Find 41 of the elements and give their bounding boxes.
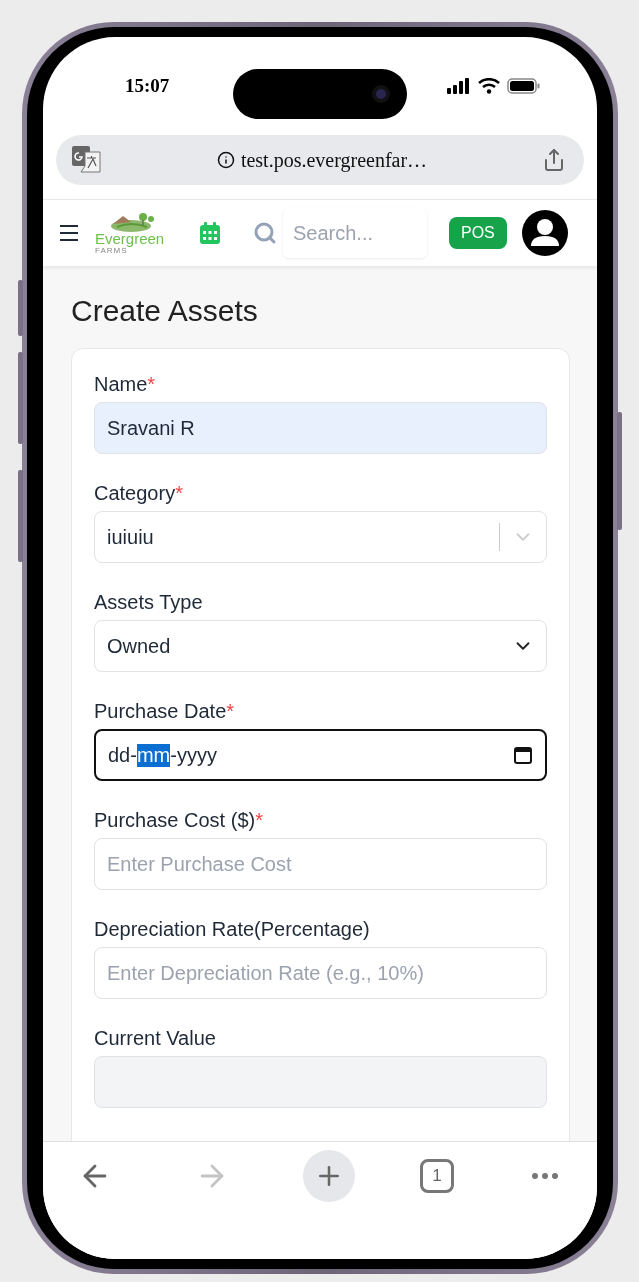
input-field[interactable]: Sravani R <box>94 402 547 454</box>
camera-icon <box>371 84 391 104</box>
date-field[interactable]: dd-mm-yyyy <box>94 729 547 781</box>
field-label: Category* <box>94 482 184 505</box>
input-field[interactable]: Enter Depreciation Rate (e.g., 10%) <box>94 947 547 999</box>
field-label: Assets Type <box>94 591 204 614</box>
info-icon <box>216 151 235 169</box>
field-label: Current Value <box>94 1027 217 1050</box>
translate-icon[interactable] <box>72 146 102 174</box>
search-field[interactable]: Search... <box>283 208 427 258</box>
menu-icon[interactable] <box>59 224 79 242</box>
field-label: Purchase Cost ($)* <box>94 809 264 832</box>
date-segment[interactable]: mm <box>136 743 171 767</box>
page-title: Create Assets <box>71 294 259 328</box>
field-label: Depreciation Rate(Percentage) <box>94 918 371 941</box>
wifi-icon <box>478 78 500 94</box>
address-bar[interactable]: test.pos.evergreenfar… <box>56 135 584 185</box>
more-icon <box>532 1173 558 1179</box>
date-segment[interactable]: dd <box>108 743 131 767</box>
farm-landscape-icon <box>109 211 157 232</box>
share-icon[interactable] <box>542 148 566 172</box>
new-tab-button[interactable] <box>303 1150 355 1202</box>
logo-name: Evergreen <box>95 231 165 246</box>
dropdown-field[interactable]: Owned <box>94 620 547 672</box>
select-field[interactable]: iuiuiu <box>94 511 547 563</box>
status-time: 15:07 <box>125 75 170 97</box>
field-label: Name* <box>94 373 157 396</box>
signal-icon <box>447 78 471 94</box>
date-separator: - <box>130 743 137 767</box>
date-segment[interactable]: yyyy <box>176 743 217 767</box>
logo[interactable]: Evergreen FARMS <box>95 211 167 255</box>
url-text: test.pos.evergreenfar… <box>112 148 532 172</box>
avatar-icon[interactable] <box>520 209 569 257</box>
search-icon[interactable] <box>253 221 277 245</box>
calendar-icon[interactable] <box>513 745 533 765</box>
input-field[interactable]: Enter Purchase Cost <box>94 838 547 890</box>
battery-icon <box>507 78 541 94</box>
date-separator: - <box>170 743 177 767</box>
logo-tagline: FARMS <box>95 245 128 255</box>
tabs-button[interactable]: 1 <box>420 1159 454 1193</box>
field-label: Purchase Date* <box>94 700 236 723</box>
